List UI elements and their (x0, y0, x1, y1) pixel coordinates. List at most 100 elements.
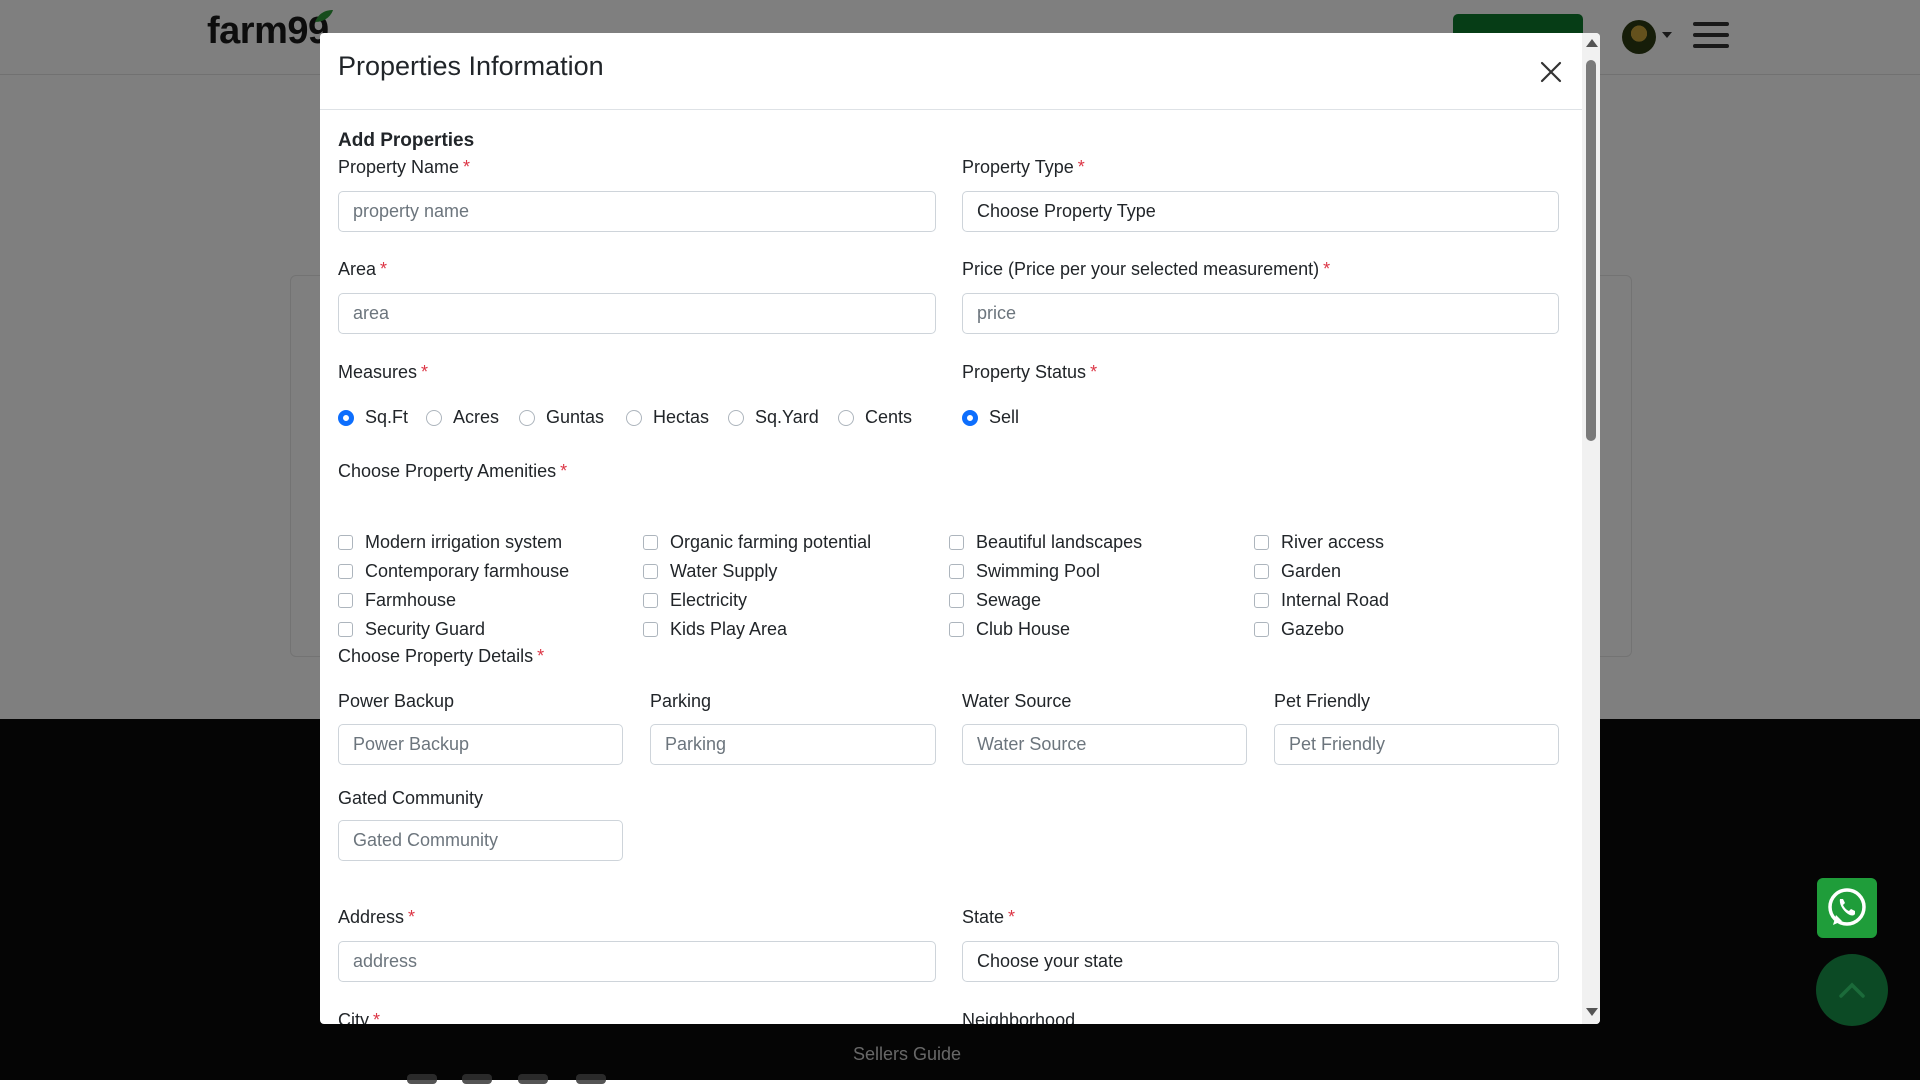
water-source-label: Water Source (962, 691, 1072, 711)
property-type-select[interactable]: Choose Property Type (962, 191, 1559, 232)
radio-guntas[interactable] (519, 409, 535, 426)
radio-sqyard[interactable] (728, 409, 744, 426)
status-option-sell[interactable]: Sell (962, 407, 1019, 428)
amenity-checkbox[interactable] (949, 593, 964, 608)
amenity-label: Garden (1281, 561, 1342, 581)
measure-option-acres[interactable]: Acres (426, 407, 499, 428)
amenity-label: Farmhouse (365, 590, 457, 610)
amenity-checkbox[interactable] (338, 535, 353, 550)
amenity-label: Beautiful landscapes (976, 532, 1143, 552)
pet-friendly-input[interactable] (1274, 724, 1559, 765)
scrollbar-thumb[interactable] (1586, 60, 1596, 441)
amenity-option[interactable]: River access (1254, 532, 1384, 553)
measure-option-sqyard[interactable]: Sq.Yard (728, 407, 819, 428)
amenity-option[interactable]: Contemporary farmhouse (338, 561, 569, 582)
amenity-checkbox[interactable] (949, 564, 964, 579)
amenity-option[interactable]: Security Guard (338, 619, 485, 640)
whatsapp-button[interactable] (1817, 878, 1877, 938)
amenity-option[interactable]: Club House (949, 619, 1070, 640)
amenity-label: Water Supply (670, 561, 778, 581)
modal-header: Properties Information (320, 33, 1582, 110)
water-source-input[interactable] (962, 724, 1247, 765)
amenity-checkbox[interactable] (949, 535, 964, 550)
amenity-option[interactable]: Organic farming potential (643, 532, 871, 553)
amenity-label: Contemporary farmhouse (365, 561, 570, 581)
amenity-option[interactable]: Internal Road (1254, 590, 1389, 611)
amenity-checkbox[interactable] (1254, 622, 1269, 637)
close-button[interactable] (1534, 55, 1568, 89)
measures-label: Measures * (338, 362, 429, 382)
amenity-option[interactable]: Sewage (949, 590, 1041, 611)
amenity-label: Swimming Pool (976, 561, 1101, 581)
area-input[interactable] (338, 293, 936, 334)
amenity-checkbox[interactable] (643, 622, 658, 637)
price-label: Price (Price per your selected measureme… (962, 259, 1331, 279)
measure-option-sqft[interactable]: Sq.Ft (338, 407, 408, 428)
amenity-option[interactable]: Kids Play Area (643, 619, 787, 640)
radio-cents[interactable] (838, 409, 854, 426)
amenity-checkbox[interactable] (338, 564, 353, 579)
address-input[interactable] (338, 941, 936, 982)
power-backup-input[interactable] (338, 724, 623, 765)
amenity-checkbox[interactable] (1254, 535, 1269, 550)
amenity-option[interactable]: Modern irrigation system (338, 532, 562, 553)
price-input[interactable] (962, 293, 1559, 334)
close-icon (1540, 61, 1562, 83)
amenity-label: Kids Play Area (670, 619, 788, 639)
amenity-checkbox[interactable] (949, 622, 964, 637)
property-name-input[interactable] (338, 191, 936, 232)
amenity-checkbox[interactable] (643, 593, 658, 608)
gated-community-input[interactable] (338, 820, 623, 861)
property-type-label: Property Type * (962, 157, 1085, 177)
amenity-option[interactable]: Swimming Pool (949, 561, 1100, 582)
radio-acres[interactable] (426, 409, 442, 426)
amenity-label: Internal Road (1281, 590, 1390, 610)
scroll-to-top-button[interactable] (1816, 954, 1888, 1026)
amenity-option[interactable]: Gazebo (1254, 619, 1344, 640)
amenity-checkbox[interactable] (1254, 593, 1269, 608)
amenity-checkbox[interactable] (643, 564, 658, 579)
amenity-option[interactable]: Electricity (643, 590, 747, 611)
modal-scrollbar[interactable] (1582, 33, 1600, 1024)
measure-option-cents[interactable]: Cents (838, 407, 912, 428)
amenity-label: Sewage (976, 590, 1042, 610)
scroll-down-arrow-icon[interactable] (1586, 1008, 1598, 1016)
power-backup-label: Power Backup (338, 691, 455, 711)
area-label: Area * (338, 259, 388, 279)
parking-label: Parking (650, 691, 712, 711)
amenity-checkbox[interactable] (1254, 564, 1269, 579)
radio-hectas[interactable] (626, 409, 642, 426)
amenities-label: Choose Property Amenities * (338, 461, 568, 481)
amenity-label: Electricity (670, 590, 748, 610)
amenity-checkbox[interactable] (338, 622, 353, 637)
state-select[interactable]: Choose your state (962, 941, 1559, 982)
amenity-option[interactable]: Water Supply (643, 561, 777, 582)
whatsapp-icon (1828, 888, 1866, 926)
amenity-label: Security Guard (365, 619, 486, 639)
radio-sell[interactable] (962, 409, 978, 426)
amenity-label: Modern irrigation system (365, 532, 563, 552)
amenity-label: Gazebo (1281, 619, 1345, 639)
city-label: City * (338, 1010, 381, 1024)
amenity-option[interactable]: Farmhouse (338, 590, 456, 611)
modal-title: Properties Information (338, 51, 604, 81)
scroll-up-arrow-icon[interactable] (1586, 39, 1598, 47)
amenity-label: Organic farming potential (670, 532, 872, 552)
address-label: Address * (338, 907, 416, 927)
measure-option-guntas[interactable]: Guntas (519, 407, 604, 428)
chevron-up-icon (1839, 982, 1865, 998)
details-label: Choose Property Details * (338, 646, 545, 666)
amenity-checkbox[interactable] (643, 535, 658, 550)
property-name-label: Property Name * (338, 157, 471, 177)
amenity-label: Club House (976, 619, 1071, 639)
radio-sqft[interactable] (338, 409, 354, 426)
amenity-option[interactable]: Garden (1254, 561, 1341, 582)
pet-friendly-label: Pet Friendly (1274, 691, 1371, 711)
amenity-option[interactable]: Beautiful landscapes (949, 532, 1142, 553)
property-status-label: Property Status * (962, 362, 1098, 382)
parking-input[interactable] (650, 724, 936, 765)
measure-option-hectas[interactable]: Hectas (626, 407, 709, 428)
amenity-checkbox[interactable] (338, 593, 353, 608)
state-label: State * (962, 907, 1016, 927)
neighborhood-label: Neighborhood (962, 1010, 1076, 1024)
